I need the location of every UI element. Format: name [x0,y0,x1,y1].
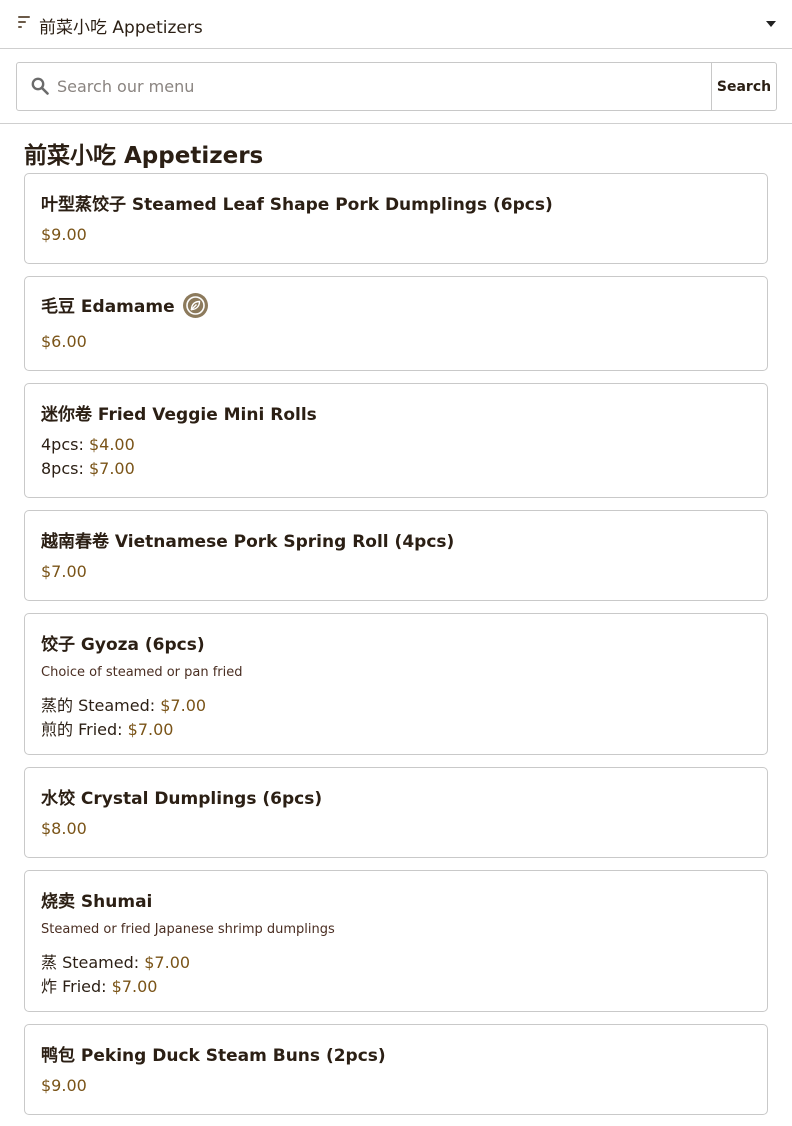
menu-item-card[interactable]: 叶型蒸饺子 Steamed Leaf Shape Pork Dumplings … [24,173,768,264]
price-option: 炸 Fried: $7.00 [41,973,157,997]
menu-item-card[interactable]: 水饺 Crystal Dumplings (6pcs) $8.00 [24,767,768,858]
option-price: $7.00 [88,459,135,478]
menu-item-name: 越南春卷 Vietnamese Pork Spring Roll (4pcs) [41,532,455,552]
menu-item-description: Steamed or fried Japanese shrimp dumplin… [41,922,335,937]
price-option: 蒸 Steamed: $7.00 [41,949,190,973]
price-option: 煎的 Fried: $7.00 [41,716,173,740]
menu-item-name: 水饺 Crystal Dumplings (6pcs) [41,789,323,809]
option-price: $7.00 [111,977,158,996]
option-price: $7.00 [160,696,207,715]
menu-item-price: $8.00 [41,819,87,838]
search-bar: Search [0,49,792,124]
option-price: $7.00 [127,720,174,739]
menu-item-description: Choice of steamed or pan fried [41,665,243,680]
menu-item-price: $6.00 [41,332,87,351]
option-label: 8pcs: [41,459,84,478]
search-icon [31,77,49,95]
menu-item-name: 毛豆 Edamame [41,297,175,317]
chevron-down-icon[interactable] [766,21,776,27]
menu-item-name: 饺子 Gyoza (6pcs) [41,635,205,655]
price-option: 蒸的 Steamed: $7.00 [41,692,206,716]
price-option: 4pcs: $4.00 [41,435,135,454]
menu-item-name: 迷你卷 Fried Veggie Mini Rolls [41,405,317,425]
option-label: 4pcs: [41,435,84,454]
option-label: 蒸 Steamed: [41,953,140,972]
menu-item-card[interactable]: 烧卖 Shumai Steamed or fried Japanese shri… [24,870,768,1012]
menu-item-card[interactable]: 鸭包 Peking Duck Steam Buns (2pcs) $9.00 [24,1024,768,1115]
menu-item-name: 叶型蒸饺子 Steamed Leaf Shape Pork Dumplings … [41,195,553,215]
option-label: 蒸的 Steamed: [41,696,156,715]
category-title[interactable]: 前菜小吃 Appetizers [39,13,203,38]
filter-icon[interactable] [18,16,30,30]
vegan-leaf-icon [182,292,208,318]
menu-item-price: $7.00 [41,562,87,581]
category-header[interactable]: 前菜小吃 Appetizers [0,0,792,49]
option-price: $7.00 [144,953,191,972]
menu-item-price: $9.00 [41,1076,87,1095]
option-price: $4.00 [88,435,135,454]
menu-item-name-row: 毛豆 Edamame [41,292,208,320]
menu-item-name: 鸭包 Peking Duck Steam Buns (2pcs) [41,1046,386,1066]
menu-item-card[interactable]: 迷你卷 Fried Veggie Mini Rolls 4pcs: $4.00 … [24,383,768,498]
search-box: Search [16,62,777,111]
menu-item-name: 烧卖 Shumai [41,892,153,912]
section-title: 前菜小吃 Appetizers [24,143,264,169]
menu-item-card[interactable]: 毛豆 Edamame $6.00 [24,276,768,371]
search-button[interactable]: Search [711,62,777,111]
search-input[interactable] [57,63,711,110]
menu-item-card[interactable]: 饺子 Gyoza (6pcs) Choice of steamed or pan… [24,613,768,755]
option-label: 炸 Fried: [41,977,107,996]
option-label: 煎的 Fried: [41,720,123,739]
menu-item-card[interactable]: 越南春卷 Vietnamese Pork Spring Roll (4pcs) … [24,510,768,601]
price-option: 8pcs: $7.00 [41,459,135,478]
menu-item-price: $9.00 [41,225,87,244]
